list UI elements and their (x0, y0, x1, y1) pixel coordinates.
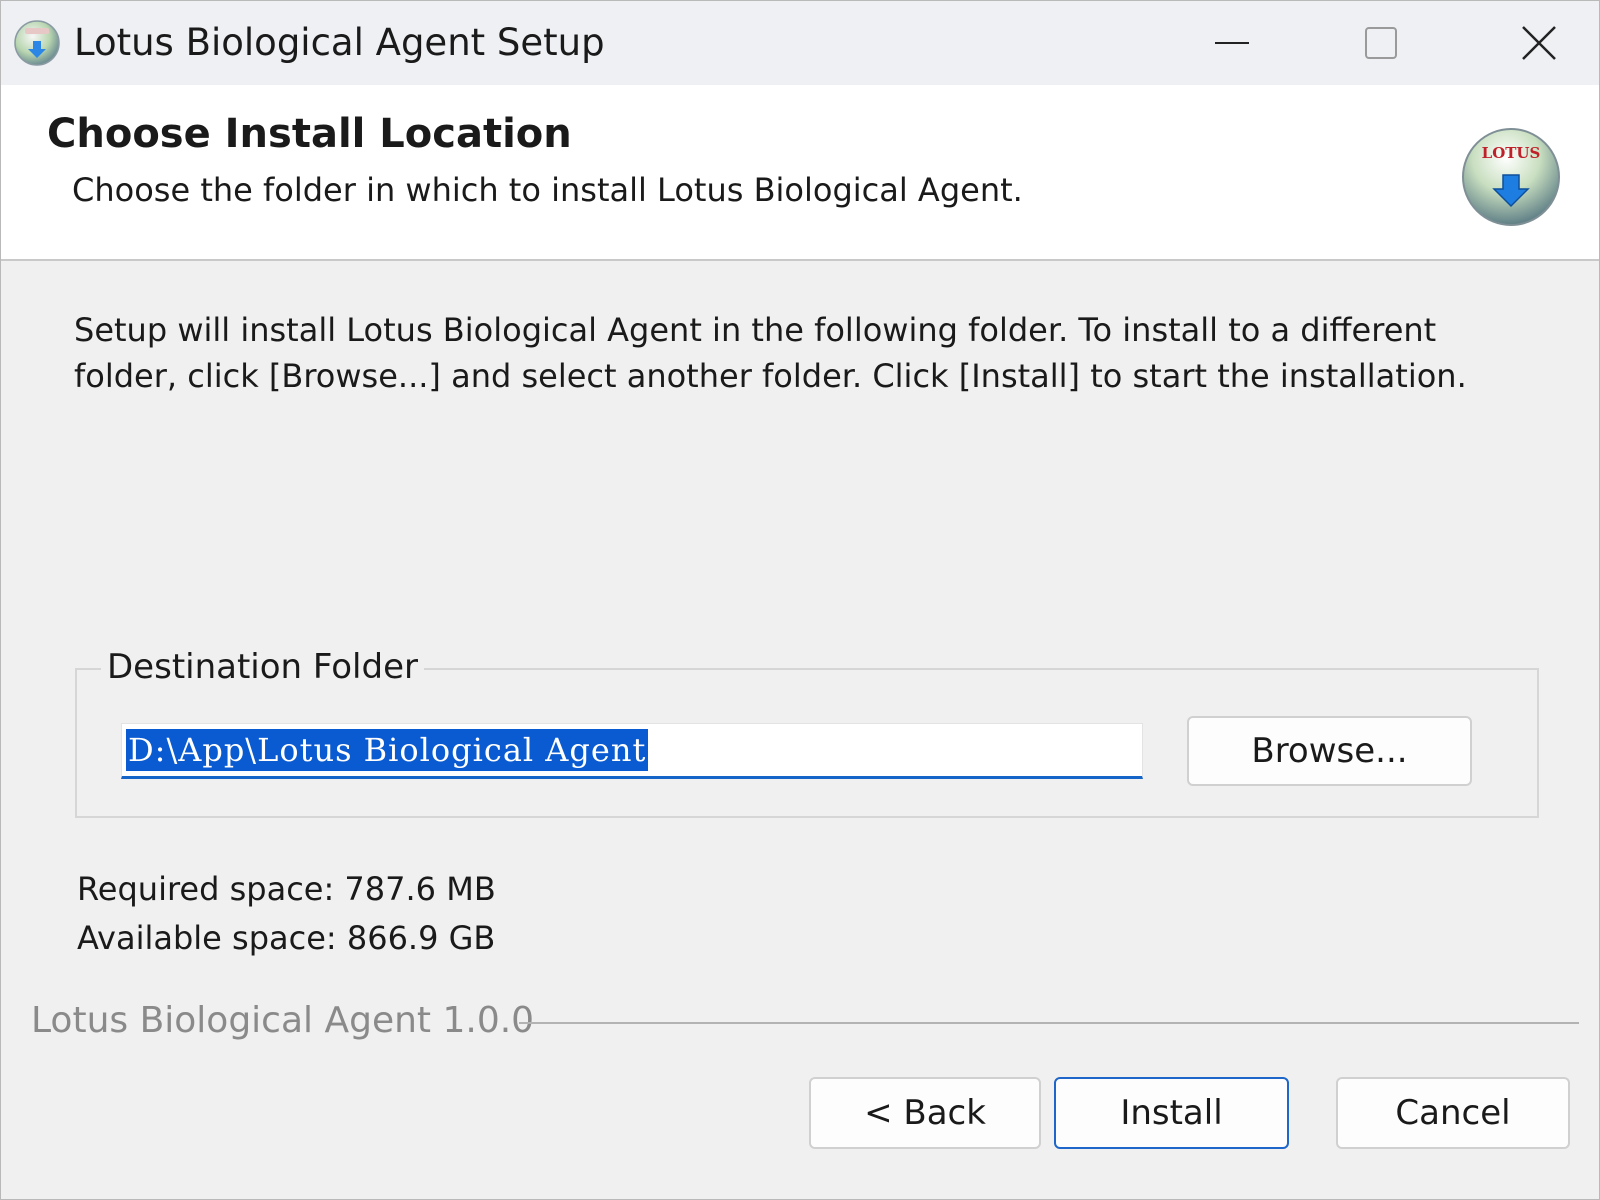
logo-text: LOTUS (1482, 144, 1541, 162)
title-bar[interactable]: Lotus Biological Agent Setup (1, 1, 1599, 85)
page-title: Choose Install Location (47, 111, 572, 157)
required-space-text: Required space: 787.6 MB (77, 870, 496, 908)
maximize-icon (1365, 27, 1397, 59)
page-header: Choose Install Location Choose the folde… (1, 85, 1599, 261)
cancel-button[interactable]: Cancel (1336, 1077, 1570, 1149)
close-icon (1522, 26, 1556, 60)
installer-window: Lotus Biological Agent Setup Choose Inst… (0, 0, 1600, 1200)
destination-folder-label: Destination Folder (101, 644, 424, 690)
instructions-text: Setup will install Lotus Biological Agen… (74, 311, 1467, 395)
destination-path-value: D:\App\Lotus Biological Agent (126, 729, 649, 771)
branding-text: Lotus Biological Agent 1.0.0 (31, 1000, 535, 1041)
destination-path-input[interactable]: D:\App\Lotus Biological Agent (121, 723, 1143, 779)
minimize-icon (1215, 42, 1249, 44)
close-button[interactable] (1469, 1, 1599, 85)
app-icon (14, 20, 60, 66)
minimize-button[interactable] (1163, 1, 1303, 85)
back-button[interactable]: < Back (809, 1077, 1041, 1149)
page-subtitle: Choose the folder in which to install Lo… (72, 171, 1023, 209)
window-title: Lotus Biological Agent Setup (74, 21, 605, 64)
browse-button[interactable]: Browse... (1187, 716, 1472, 786)
lotus-logo: LOTUS (1462, 128, 1560, 226)
branding-divider (519, 1022, 1579, 1024)
install-button[interactable]: Install (1054, 1077, 1289, 1149)
maximize-button[interactable] (1311, 1, 1451, 85)
available-space-text: Available space: 866.9 GB (77, 919, 496, 957)
